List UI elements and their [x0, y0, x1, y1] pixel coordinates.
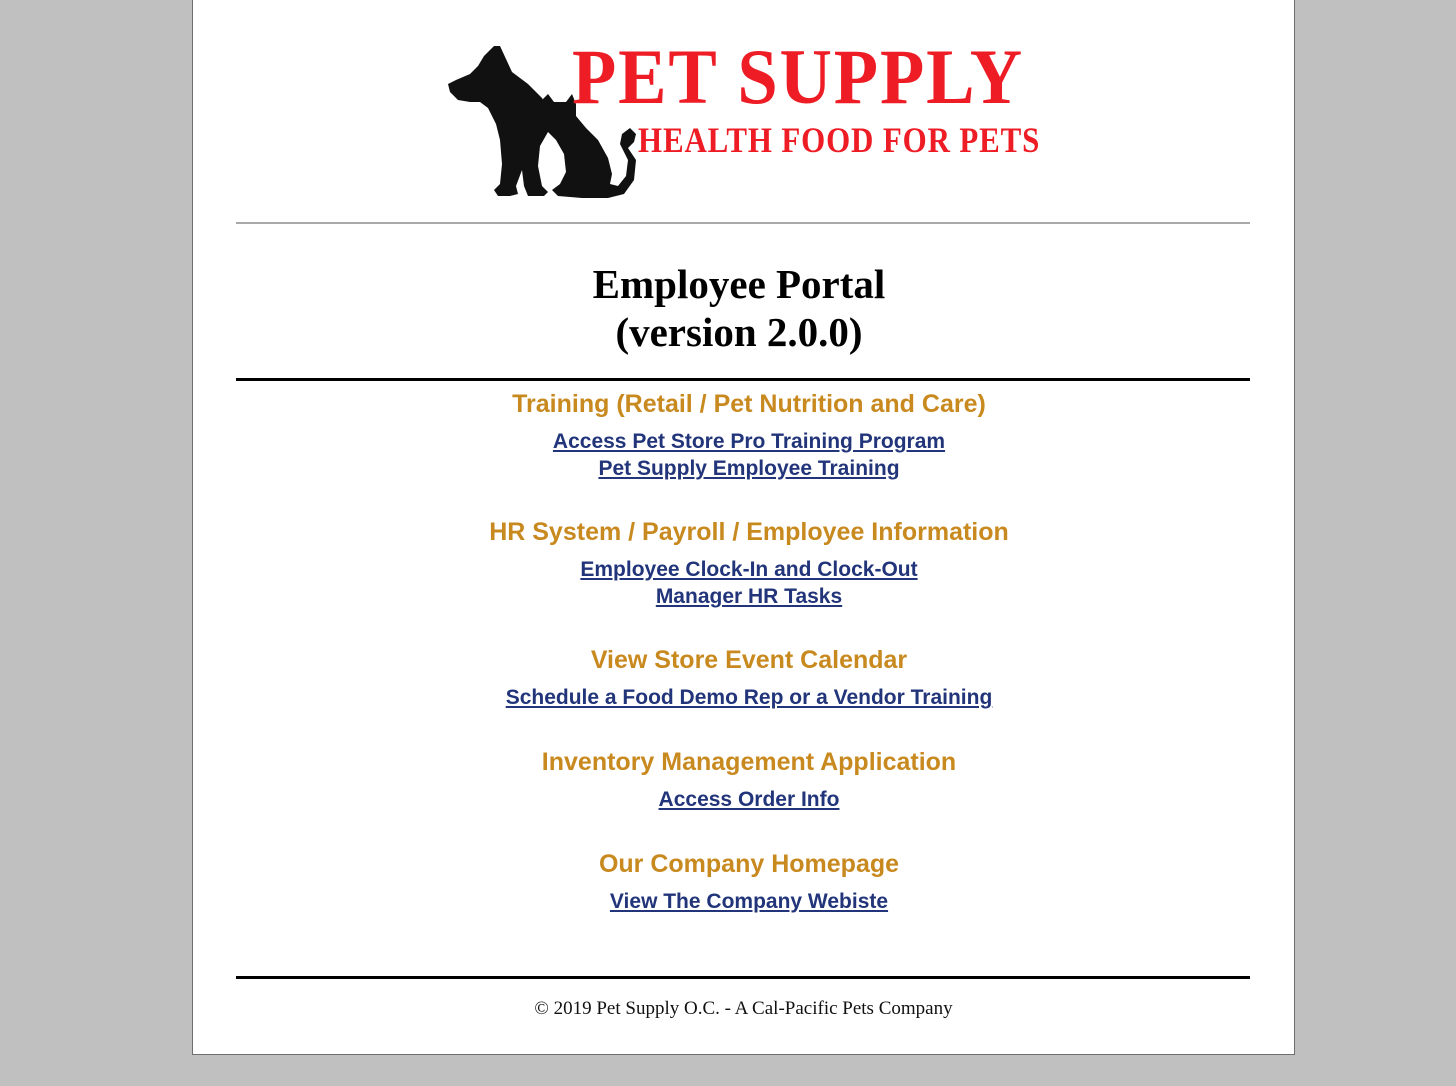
link-manager-hr-tasks[interactable]: Manager HR Tasks	[193, 583, 1305, 610]
link-pet-store-pro-training[interactable]: Access Pet Store Pro Training Program	[193, 428, 1305, 455]
footer-divider	[236, 976, 1250, 979]
copyright-footer: © 2019 Pet Supply O.C. - A Cal-Pacific P…	[534, 998, 953, 1019]
link-company-website[interactable]: View The Company Webiste	[193, 888, 1305, 915]
section-heading: Inventory Management Application	[541, 748, 957, 776]
portal-sections: Training (Retail / Pet Nutrition and Car…	[193, 388, 1305, 915]
section-heading: View Store Event Calendar	[590, 646, 908, 674]
title-divider	[236, 378, 1250, 381]
link-schedule-demo[interactable]: Schedule a Food Demo Rep or a Vendor Tra…	[193, 684, 1305, 711]
page-container: PET SUPPLY HEALTH FOOD FOR PETS Employee…	[192, 0, 1295, 1055]
page-title: Employee Portal (version 2.0.0)	[193, 260, 1285, 356]
section-event-calendar: View Store Event Calendar Schedule a Foo…	[193, 644, 1305, 746]
section-hr-system: HR System / Payroll / Employee Informati…	[193, 516, 1305, 644]
logo-title: PET SUPPLY	[572, 33, 1024, 120]
section-company-homepage: Our Company Homepage View The Company We…	[193, 848, 1305, 915]
pet-supply-logo[interactable]: PET SUPPLY HEALTH FOOD FOR PETS	[448, 36, 1088, 200]
section-heading: Training (Retail / Pet Nutrition and Car…	[512, 390, 986, 418]
portal-version: (version 2.0.0)	[615, 309, 863, 355]
section-heading: HR System / Payroll / Employee Informati…	[489, 518, 1009, 546]
link-employee-training[interactable]: Pet Supply Employee Training	[193, 455, 1305, 482]
header-divider	[236, 222, 1250, 224]
section-training: Training (Retail / Pet Nutrition and Car…	[193, 388, 1305, 516]
link-clock-in-out[interactable]: Employee Clock-In and Clock-Out	[193, 556, 1305, 583]
logo-subtitle: HEALTH FOOD FOR PETS	[638, 120, 1041, 160]
portal-title: Employee Portal	[592, 261, 886, 307]
link-access-order-info[interactable]: Access Order Info	[193, 786, 1305, 813]
section-inventory: Inventory Management Application Access …	[193, 746, 1305, 848]
section-heading: Our Company Homepage	[598, 850, 900, 878]
